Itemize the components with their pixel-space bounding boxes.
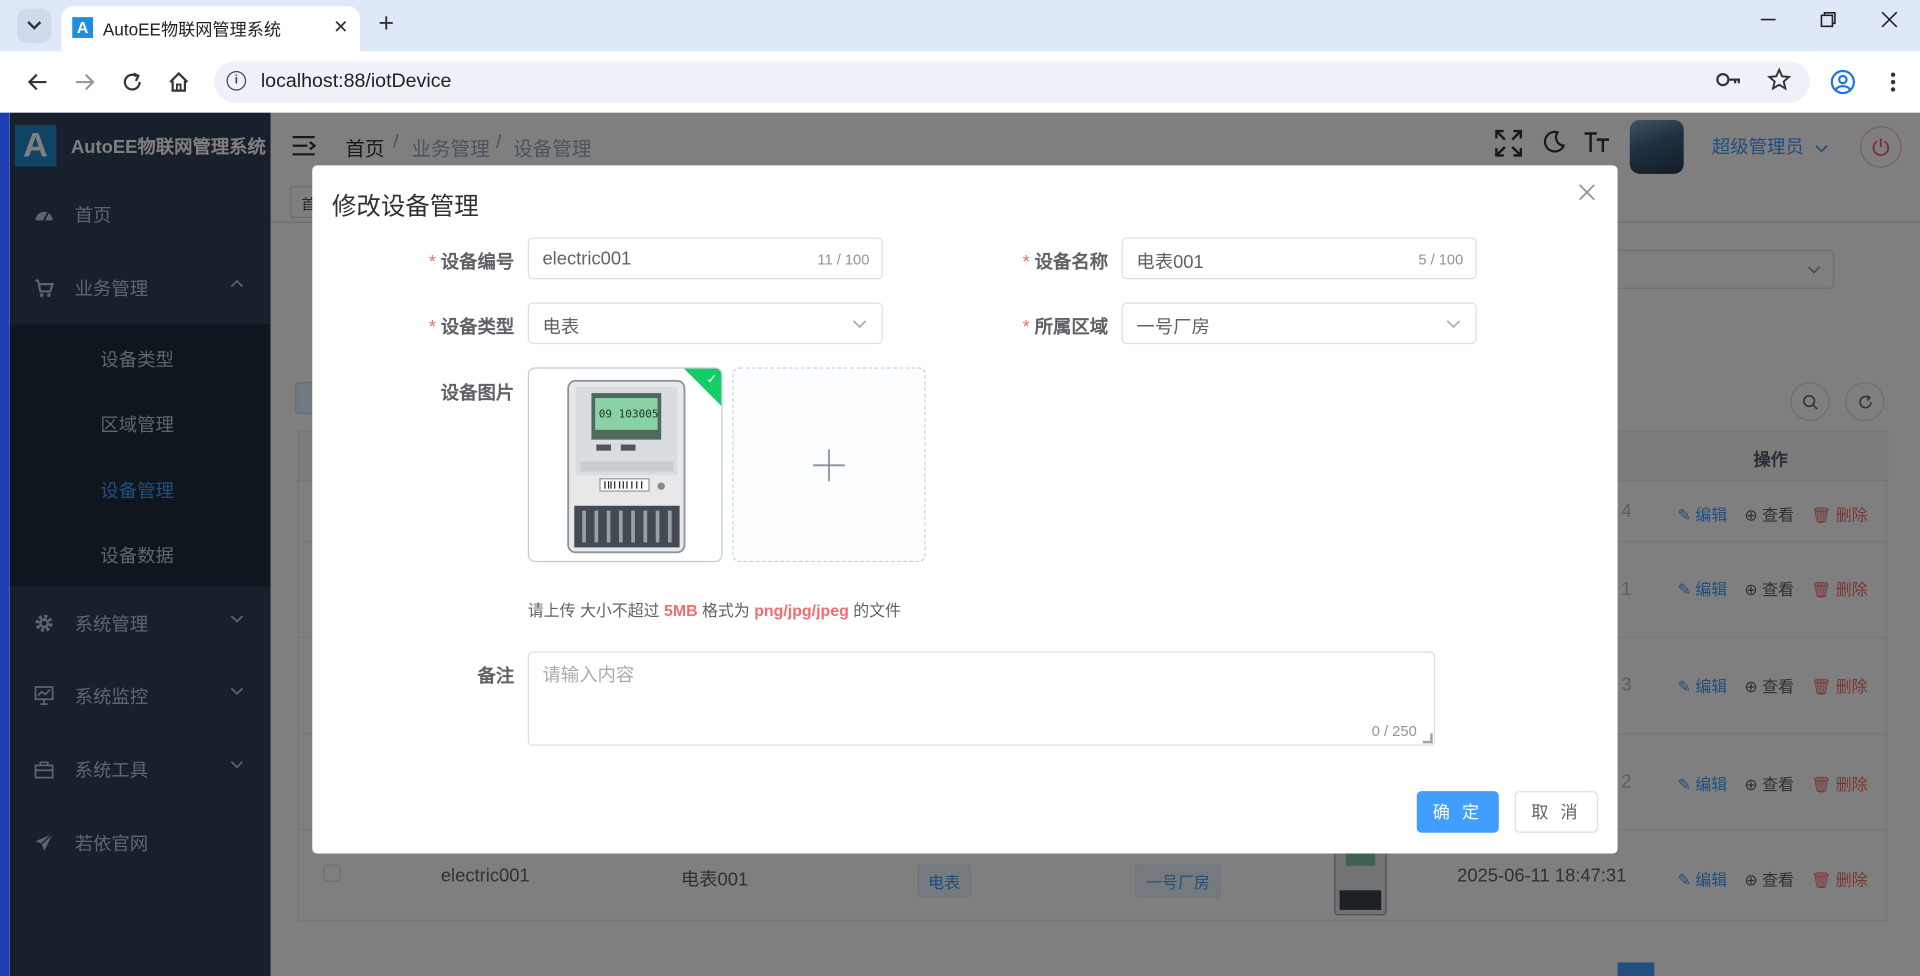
confirm-button[interactable]: 确 定 [1416,791,1499,833]
chevron-down-icon [852,320,867,329]
window-close-icon[interactable] [1881,11,1898,34]
edit-device-dialog: 修改设备管理 * 设备编号 electric001 11 / 100 * 设备名称 … [312,165,1618,854]
tab-title: AutoEE物联网管理系统 [102,19,282,40]
device-image-label: 设备图片 [440,383,515,405]
minimize-icon[interactable] [1760,11,1777,34]
address-bar[interactable]: i localhost:88/iotDevice [214,61,1810,103]
browser-menu-icon[interactable] [1880,69,1907,96]
chevron-down-icon [27,21,42,30]
dialog-close-icon[interactable] [1578,180,1595,208]
plus-icon [813,448,845,481]
upload-tip: 请上传 大小不超过 5MB 格式为 png/jpg/jpeg 的文件 [527,601,902,620]
remark-count: 0 / 250 [1371,722,1417,740]
favicon-icon: A [72,17,94,38]
svg-text:09 103005: 09 103005 [599,408,659,421]
desktop-edge [0,112,10,976]
bookmark-star-icon[interactable] [1767,67,1792,99]
cancel-button[interactable]: 取 消 [1514,791,1598,833]
device-name-count: 5 / 100 [1418,251,1464,269]
key-icon[interactable] [1716,70,1743,96]
screen: A AutoEE物联网管理系统 ✕ + i localhost:88/iotDe… [0,0,1920,976]
reload-icon[interactable] [119,69,146,96]
upload-add-button[interactable] [732,367,926,563]
restore-icon[interactable] [1820,11,1837,34]
dialog-title: 修改设备管理 [331,193,479,221]
device-type-select[interactable]: 电表 [527,302,883,345]
device-name-value: 电表001 [1136,252,1204,274]
remark-placeholder: 请输入内容 [542,664,635,686]
tab-search-button[interactable] [17,8,52,43]
device-code-count: 11 / 100 [817,251,870,269]
tab-close-icon[interactable]: ✕ [333,16,348,38]
area-label: * 所属区域 [1022,317,1109,338]
device-type-value: 电表 [542,317,580,338]
remark-label: 备注 [477,666,515,688]
device-code-value: electric001 [542,248,632,270]
check-icon: ✓ [706,372,718,387]
new-tab-button[interactable]: + [378,9,394,37]
remark-textarea[interactable]: 请输入内容 0 / 250 [527,651,1436,746]
back-icon[interactable] [24,69,51,96]
site-info-icon[interactable]: i [226,71,247,91]
browser-toolbar: i localhost:88/iotDevice [0,51,1920,113]
device-code-label: * 设备编号 [428,252,515,274]
forward-icon[interactable] [71,69,98,96]
browser-tabbar: A AutoEE物联网管理系统 ✕ + [0,0,1920,52]
home-icon[interactable] [165,69,192,96]
chevron-down-icon [1446,320,1461,329]
resize-handle[interactable] [1422,733,1433,744]
device-code-input[interactable]: electric001 11 / 100 [527,237,883,280]
uploaded-image[interactable]: 09 103005 ✓ [527,367,723,563]
profile-icon[interactable] [1829,69,1856,96]
area-value: 一号厂房 [1136,317,1210,338]
area-select[interactable]: 一号厂房 [1121,302,1477,345]
browser-tab[interactable]: A AutoEE物联网管理系统 ✕ [61,6,361,52]
device-name-label: * 设备名称 [1022,252,1109,274]
url-text: localhost:88/iotDevice [260,71,452,92]
device-type-label: * 设备类型 [428,317,515,338]
device-name-input[interactable]: 电表001 5 / 100 [1121,237,1477,280]
electric-meter-image: 09 103005 [567,379,686,554]
